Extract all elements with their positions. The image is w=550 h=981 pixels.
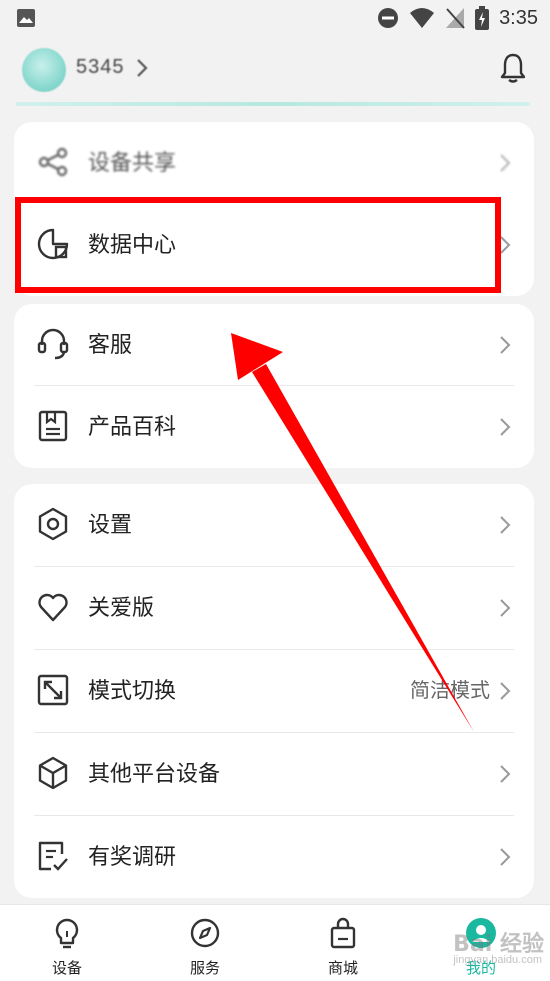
menu-item-label: 设备共享	[88, 150, 177, 175]
highlight-box	[15, 197, 501, 293]
chevron-right-icon	[500, 336, 511, 354]
menu-item-device-share[interactable]: 设备共享	[14, 122, 534, 204]
status-icons: 3:35	[377, 4, 538, 32]
tab-label: 设备	[51, 960, 82, 977]
status-time: 3:35	[499, 6, 538, 29]
image-notification-icon	[17, 9, 35, 27]
tab-label: 服务	[189, 960, 220, 977]
tab-label: 商城	[327, 960, 358, 977]
mode-value: 简洁模式	[410, 680, 490, 702]
cube-icon	[38, 756, 68, 790]
menu-item-label: 设置	[88, 512, 133, 537]
chevron-right-icon	[500, 516, 511, 534]
tab-devices[interactable]: 设备	[12, 905, 122, 981]
menu-item-label: 关爱版	[88, 595, 155, 620]
menu-item-other-platform-devices[interactable]: 其他平台设备	[14, 733, 534, 815]
tab-mall[interactable]: 商城	[288, 905, 398, 981]
chevron-right-icon	[500, 682, 511, 700]
chevron-right-icon	[500, 154, 511, 172]
menu-item-label: 模式切换	[88, 678, 177, 703]
menu-item-product-wiki[interactable]: 产品百科	[14, 386, 534, 468]
tab-services[interactable]: 服务	[150, 905, 260, 981]
menu-card-3: 设置 关爱版 模式切换 简洁模式 其他平台设备 有奖调研	[14, 484, 534, 898]
menu-item-survey[interactable]: 有奖调研	[14, 816, 534, 898]
watermark-url: jingyan.baidu.com	[453, 954, 542, 966]
survey-icon	[38, 841, 68, 871]
compass-icon	[190, 918, 220, 948]
menu-item-label: 客服	[88, 332, 133, 357]
username[interactable]: 5345	[76, 56, 125, 79]
bulb-icon	[55, 918, 79, 949]
chevron-right-icon	[500, 599, 511, 617]
header-divider	[16, 102, 530, 106]
wifi-icon	[410, 8, 435, 28]
chevron-right-icon	[500, 418, 511, 436]
no-signal-icon	[446, 8, 465, 29]
menu-item-mode-switch[interactable]: 模式切换 简洁模式	[14, 650, 534, 732]
bag-icon	[330, 917, 356, 949]
battery-charging-icon	[475, 6, 490, 30]
menu-item-label: 其他平台设备	[88, 761, 221, 786]
menu-item-label: 产品百科	[88, 414, 177, 439]
settings-hexagon-icon	[38, 507, 68, 541]
profile-header: 5345	[0, 36, 550, 106]
share-icon	[38, 147, 68, 177]
status-bar: 3:35	[0, 0, 550, 36]
chevron-right-icon	[500, 848, 511, 866]
menu-item-care-edition[interactable]: 关爱版	[14, 567, 534, 649]
book-icon	[38, 410, 68, 442]
avatar[interactable]	[22, 48, 66, 92]
chevron-right-icon[interactable]	[136, 58, 148, 78]
heart-icon	[38, 593, 68, 622]
bell-icon[interactable]	[498, 52, 528, 84]
resize-icon	[37, 674, 69, 706]
chevron-right-icon	[500, 765, 511, 783]
menu-item-settings[interactable]: 设置	[14, 484, 534, 566]
menu-item-label: 有奖调研	[88, 844, 177, 869]
menu-item-customer-service[interactable]: 客服	[14, 304, 534, 386]
menu-card-2: 客服 产品百科	[14, 304, 534, 468]
do-not-disturb-icon	[378, 8, 399, 28]
headset-icon	[37, 328, 69, 360]
